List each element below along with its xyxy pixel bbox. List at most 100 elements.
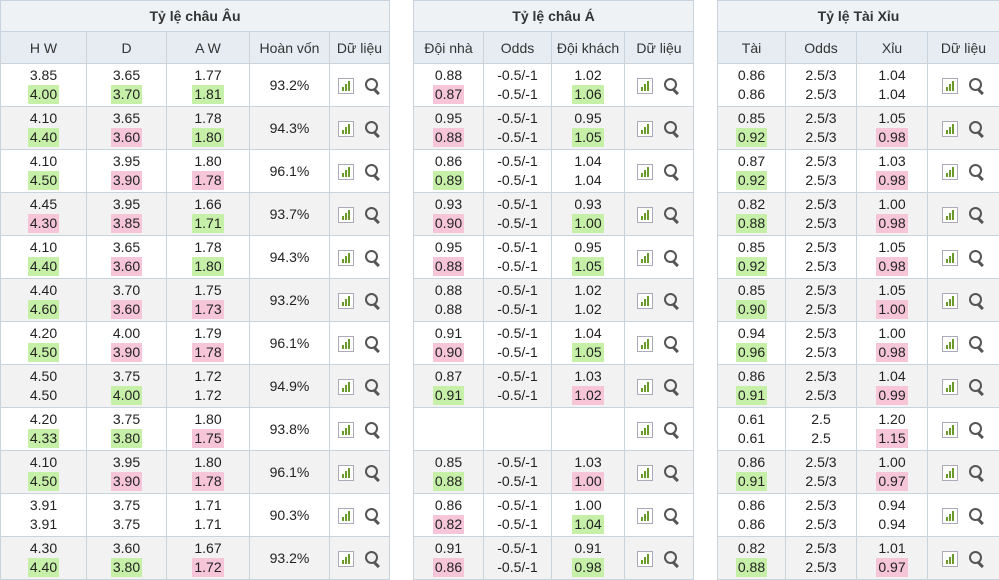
- magnifier-icon[interactable]: [968, 249, 986, 267]
- bar-chart-icon[interactable]: [942, 78, 958, 94]
- bar-chart-icon[interactable]: [942, 121, 958, 137]
- magnifier-icon[interactable]: [364, 120, 382, 138]
- odds-cell: 0.860.82: [414, 494, 484, 537]
- magnifier-icon[interactable]: [663, 120, 681, 138]
- magnifier-icon[interactable]: [364, 421, 382, 439]
- opening-odds: 3.85: [28, 66, 59, 85]
- bar-chart-icon[interactable]: [637, 78, 653, 94]
- magnifier-icon[interactable]: [364, 335, 382, 353]
- bar-chart-icon[interactable]: [338, 422, 354, 438]
- magnifier-icon[interactable]: [968, 163, 986, 181]
- opening-odds: 0.86: [433, 152, 464, 171]
- odds-cell: 0.940.96: [718, 322, 786, 365]
- magnifier-icon[interactable]: [968, 292, 986, 310]
- magnifier-icon[interactable]: [663, 507, 681, 525]
- magnifier-icon[interactable]: [968, 335, 986, 353]
- magnifier-icon[interactable]: [968, 550, 986, 568]
- odds-cell: 3.953.90: [87, 451, 167, 494]
- bar-chart-icon[interactable]: [942, 164, 958, 180]
- bar-chart-icon[interactable]: [942, 465, 958, 481]
- magnifier-icon[interactable]: [364, 206, 382, 224]
- bar-chart-icon[interactable]: [942, 250, 958, 266]
- bar-chart-icon[interactable]: [637, 465, 653, 481]
- bar-chart-icon[interactable]: [637, 250, 653, 266]
- bar-chart-icon[interactable]: [942, 422, 958, 438]
- magnifier-icon[interactable]: [663, 550, 681, 568]
- magnifier-icon[interactable]: [968, 77, 986, 95]
- bar-chart-icon[interactable]: [338, 164, 354, 180]
- bar-chart-icon[interactable]: [338, 379, 354, 395]
- current-odds: 1.80: [192, 257, 223, 276]
- magnifier-icon[interactable]: [663, 421, 681, 439]
- magnifier-icon[interactable]: [968, 464, 986, 482]
- bar-chart-icon[interactable]: [942, 551, 958, 567]
- magnifier-icon[interactable]: [364, 163, 382, 181]
- odds-cell: -0.5/-1-0.5/-1: [484, 365, 552, 408]
- bar-chart-icon[interactable]: [338, 508, 354, 524]
- bar-chart-icon[interactable]: [338, 336, 354, 352]
- opening-odds: 4.10: [28, 109, 59, 128]
- bar-chart-icon[interactable]: [637, 121, 653, 137]
- payout-cell: 94.9%: [250, 365, 330, 408]
- magnifier-icon[interactable]: [663, 464, 681, 482]
- table-row: 0.870.91-0.5/-1-0.5/-11.031.02: [414, 365, 694, 408]
- bar-chart-icon[interactable]: [637, 551, 653, 567]
- opening-odds: 1.03: [572, 453, 603, 472]
- bar-chart-icon[interactable]: [637, 293, 653, 309]
- magnifier-icon[interactable]: [968, 120, 986, 138]
- bar-chart-icon[interactable]: [942, 336, 958, 352]
- opening-odds: 1.71: [192, 496, 223, 515]
- magnifier-icon[interactable]: [968, 507, 986, 525]
- magnifier-icon[interactable]: [968, 206, 986, 224]
- bar-chart-icon[interactable]: [338, 465, 354, 481]
- col-handicap: Odds: [484, 32, 552, 64]
- magnifier-icon[interactable]: [364, 464, 382, 482]
- bar-chart-icon[interactable]: [338, 78, 354, 94]
- table-row: 4.504.503.754.001.721.7294.9%: [1, 365, 390, 408]
- magnifier-icon[interactable]: [663, 292, 681, 310]
- bar-chart-icon[interactable]: [942, 379, 958, 395]
- bar-chart-icon[interactable]: [637, 508, 653, 524]
- bar-chart-icon[interactable]: [637, 422, 653, 438]
- current-odds: 1.04: [572, 171, 603, 190]
- odds-cell: 3.653.70: [87, 64, 167, 107]
- magnifier-icon[interactable]: [663, 206, 681, 224]
- magnifier-icon[interactable]: [364, 77, 382, 95]
- current-odds: 2.5/3: [803, 85, 838, 104]
- magnifier-icon[interactable]: [364, 292, 382, 310]
- bar-chart-icon[interactable]: [338, 207, 354, 223]
- data-actions-cell: [330, 537, 390, 580]
- opening-odds: -0.5/-1: [495, 496, 539, 515]
- bar-chart-icon[interactable]: [637, 164, 653, 180]
- magnifier-icon[interactable]: [663, 249, 681, 267]
- magnifier-icon[interactable]: [364, 507, 382, 525]
- table-row: 4.204.504.003.901.791.7896.1%: [1, 322, 390, 365]
- bar-chart-icon[interactable]: [637, 379, 653, 395]
- bar-chart-icon[interactable]: [942, 293, 958, 309]
- odds-cell: 1.001.04: [552, 494, 625, 537]
- magnifier-icon[interactable]: [663, 335, 681, 353]
- magnifier-icon[interactable]: [364, 550, 382, 568]
- bar-chart-icon[interactable]: [637, 207, 653, 223]
- magnifier-icon[interactable]: [364, 249, 382, 267]
- col-data: Dữ liệu: [625, 32, 694, 64]
- magnifier-icon[interactable]: [663, 77, 681, 95]
- magnifier-icon[interactable]: [663, 163, 681, 181]
- odds-cell: 0.850.88: [414, 451, 484, 494]
- bar-chart-icon[interactable]: [942, 508, 958, 524]
- magnifier-icon[interactable]: [968, 378, 986, 396]
- payout-cell: 93.2%: [250, 279, 330, 322]
- magnifier-icon[interactable]: [364, 378, 382, 396]
- opening-odds: 1.05: [876, 281, 907, 300]
- opening-odds: 1.80: [192, 453, 223, 472]
- bar-chart-icon[interactable]: [338, 121, 354, 137]
- bar-chart-icon[interactable]: [338, 551, 354, 567]
- bar-chart-icon[interactable]: [637, 336, 653, 352]
- bar-chart-icon[interactable]: [942, 207, 958, 223]
- bar-chart-icon[interactable]: [338, 250, 354, 266]
- magnifier-icon[interactable]: [968, 421, 986, 439]
- bar-chart-icon[interactable]: [338, 293, 354, 309]
- odds-cell: 0.940.94: [857, 494, 928, 537]
- current-odds: 0.92: [736, 171, 767, 190]
- magnifier-icon[interactable]: [663, 378, 681, 396]
